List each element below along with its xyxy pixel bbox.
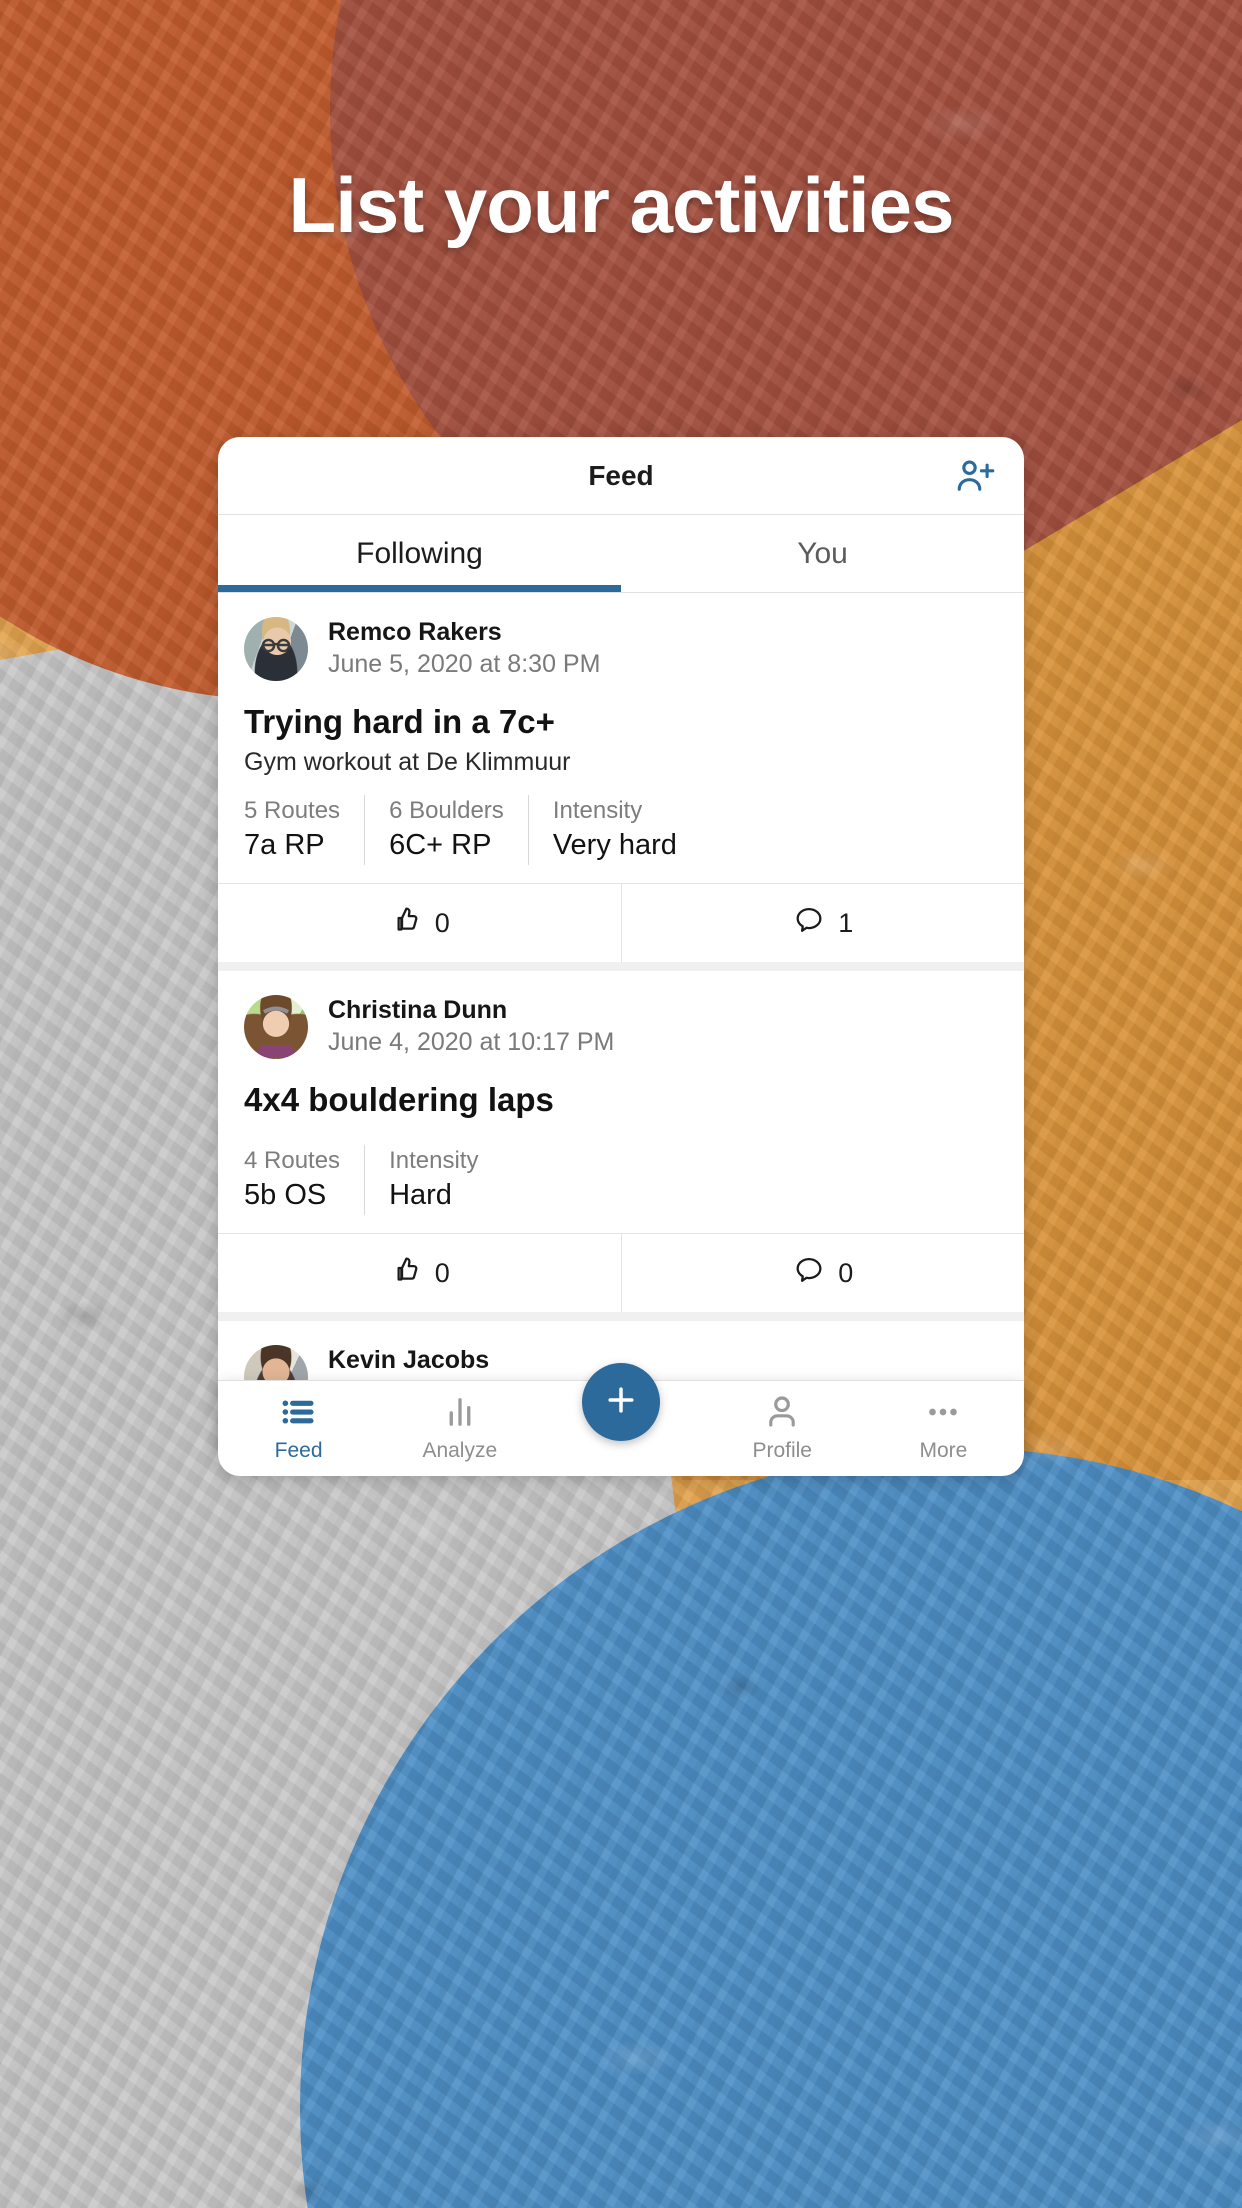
stat-item: Intensity Hard — [389, 1145, 478, 1215]
nav-label-feed: Feed — [274, 1439, 323, 1462]
stat-item: 6 Boulders 6C+ RP — [389, 795, 529, 866]
comment-button[interactable]: 0 — [620, 1234, 1025, 1313]
person-icon — [761, 1391, 803, 1433]
app-title: Feed — [588, 459, 654, 491]
like-count: 0 — [434, 907, 450, 938]
stat-label: 4 Routes — [244, 1147, 341, 1175]
stat-value: 7a RP — [244, 829, 325, 862]
comment-icon — [792, 903, 826, 944]
post-date: June 4, 2020 at 10:17 PM — [328, 1028, 615, 1057]
tab-following-label: Following — [356, 536, 483, 570]
post-title: Trying hard in a 7c+ — [244, 703, 555, 740]
thumbs-up-icon — [389, 1253, 423, 1294]
stat-item: 5 Routes 7a RP — [244, 795, 366, 866]
ellipsis-icon — [922, 1391, 964, 1433]
like-button[interactable]: 0 — [218, 1234, 621, 1312]
stat-label: Intensity — [389, 1147, 479, 1175]
post-meta: Christina Dunn June 4, 2020 at 10:17 PM — [328, 995, 614, 1059]
avatar — [244, 617, 308, 681]
nav-item-analyze[interactable]: Analyze — [379, 1381, 540, 1463]
nav-item-more[interactable]: More — [863, 1381, 1024, 1463]
post-actions: 0 1 — [218, 883, 1025, 963]
nav-label-more: More — [919, 1439, 968, 1462]
post-header: Christina Dunn June 4, 2020 at 10:17 PM — [218, 971, 1024, 1060]
post-stats: 4 Routes 5b OS Intensity Hard — [218, 1119, 1024, 1233]
list-icon — [278, 1391, 320, 1433]
post-date: June 5, 2020 at 8:30 PM — [328, 650, 601, 679]
bottom-navigation: Feed Analyze Profile More — [218, 1363, 1024, 1476]
add-activity-button[interactable] — [582, 1363, 660, 1441]
app-screenshot-card: Feed Following You Remco Rakers June 5, … — [218, 437, 1024, 1450]
post-stats: 5 Routes 7a RP 6 Boulders 6C+ RP Intensi… — [218, 777, 1024, 883]
comment-icon — [792, 1253, 826, 1294]
bar-chart-icon — [439, 1391, 481, 1433]
nav-label-profile: Profile — [752, 1439, 812, 1462]
stat-value: 5b OS — [244, 1179, 327, 1212]
like-button[interactable]: 0 — [218, 884, 621, 962]
nav-item-feed[interactable]: Feed — [218, 1381, 379, 1463]
post-author: Christina Dunn — [328, 996, 508, 1025]
post-title: 4x4 bouldering laps — [244, 1081, 554, 1119]
stat-item: 4 Routes 5b OS — [244, 1145, 366, 1216]
app-header: Feed — [218, 437, 1024, 515]
post-subtitle: Gym workout at De Klimmuur — [244, 748, 571, 776]
nav-label-analyze: Analyze — [422, 1439, 498, 1462]
post-actions: 0 0 — [218, 1233, 1025, 1313]
feed-list[interactable]: Remco Rakers June 5, 2020 at 8:30 PM Try… — [218, 593, 1024, 1450]
stat-item: Intensity Very hard — [553, 795, 677, 865]
comment-button[interactable]: 1 — [620, 884, 1025, 963]
feed-tabs: Following You — [218, 515, 1024, 593]
tab-you-label: You — [797, 536, 848, 570]
plus-icon — [601, 1380, 641, 1425]
post-author: Remco Rakers — [328, 618, 502, 647]
stat-value: 6C+ RP — [389, 829, 492, 862]
post-header: Remco Rakers June 5, 2020 at 8:30 PM — [218, 593, 1024, 681]
comment-count: 0 — [838, 1257, 854, 1288]
comment-count: 1 — [838, 907, 854, 938]
stat-label: Intensity — [552, 797, 643, 824]
stat-value: Very hard — [552, 829, 677, 862]
page-title: List your activities — [288, 161, 955, 249]
stat-label: 6 Boulders — [389, 797, 504, 824]
stat-value: Hard — [389, 1179, 452, 1212]
thumbs-up-icon — [389, 903, 423, 944]
stat-label: 5 Routes — [244, 797, 341, 824]
post-author: Kevin Jacobs — [328, 1346, 490, 1375]
tab-you[interactable]: You — [621, 515, 1024, 592]
tab-following[interactable]: Following — [218, 515, 621, 592]
nav-item-profile[interactable]: Profile — [702, 1381, 863, 1463]
person-add-icon[interactable] — [952, 453, 998, 499]
feed-post[interactable]: Christina Dunn June 4, 2020 at 10:17 PM … — [218, 971, 1025, 1313]
feed-post[interactable]: Remco Rakers June 5, 2020 at 8:30 PM Try… — [218, 593, 1025, 963]
like-count: 0 — [434, 1257, 450, 1288]
avatar — [244, 995, 308, 1060]
post-meta: Remco Rakers June 5, 2020 at 8:30 PM — [328, 617, 600, 681]
